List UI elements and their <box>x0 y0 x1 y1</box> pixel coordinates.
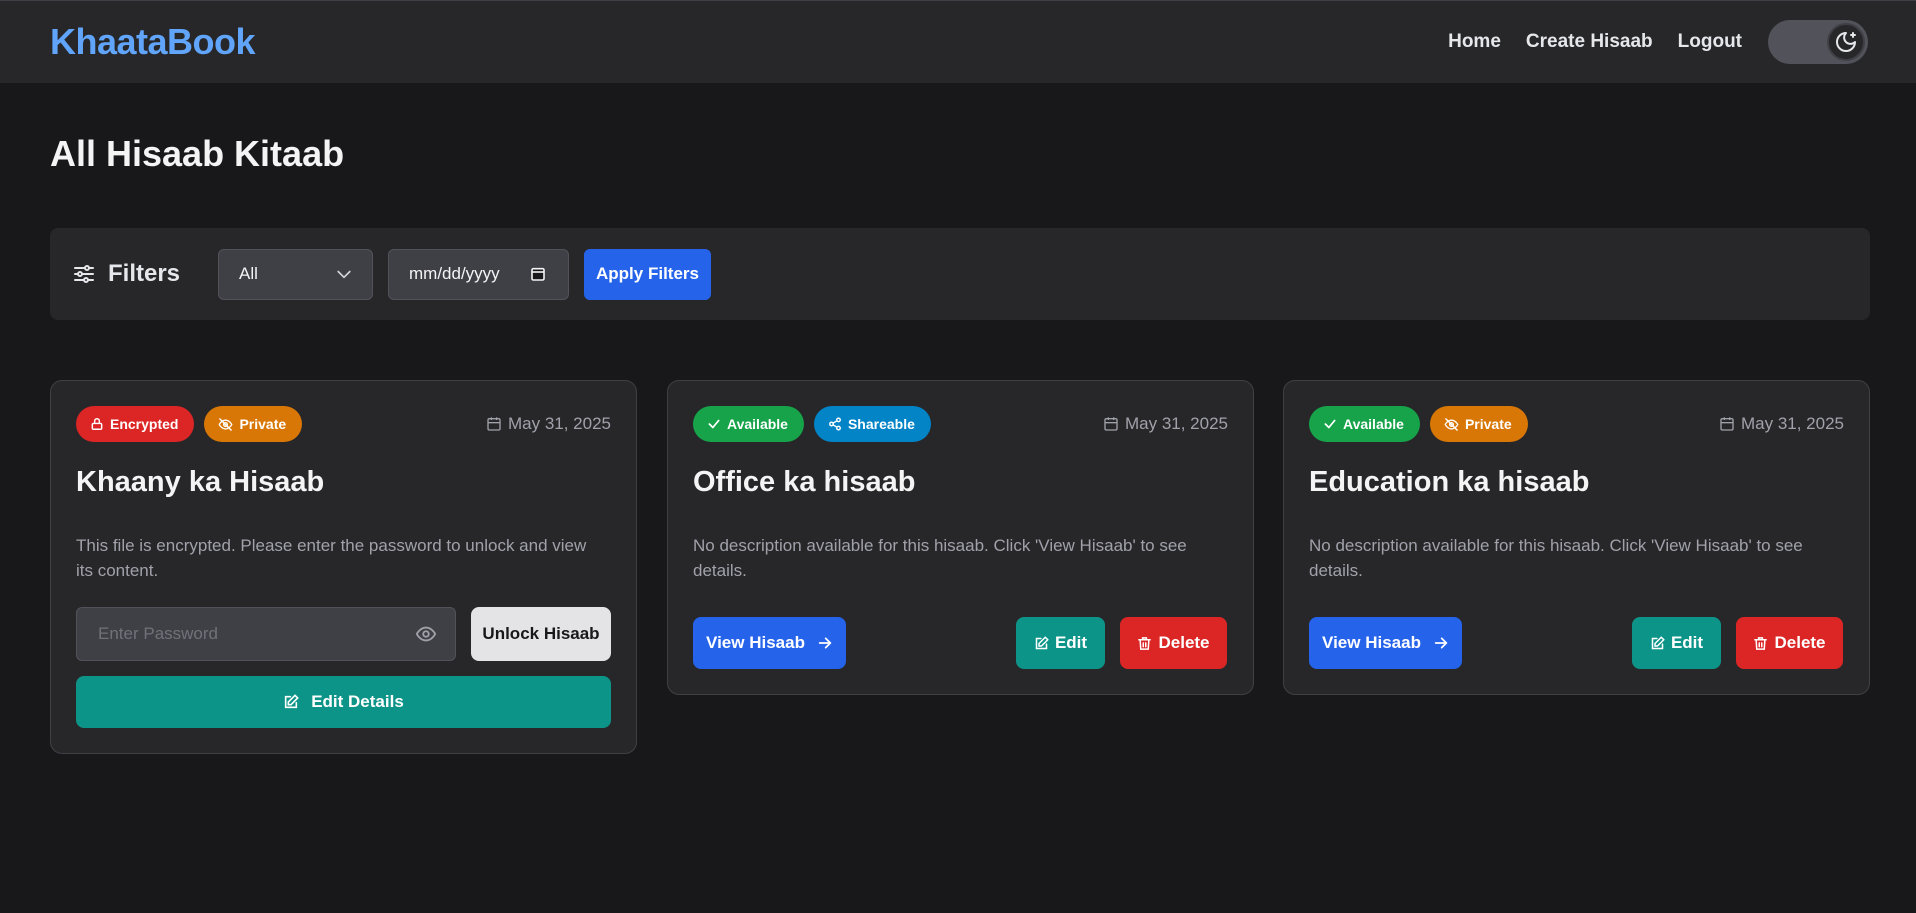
eye-off-icon <box>218 417 233 431</box>
theme-toggle-knob <box>1827 23 1865 61</box>
shareable-badge: Shareable <box>813 406 931 442</box>
edit-details-label: Edit Details <box>311 692 404 711</box>
trash-icon <box>1138 636 1152 650</box>
badge-label: Private <box>1464 416 1512 432</box>
calendar-icon <box>487 417 501 431</box>
badge-label: Private <box>239 416 287 432</box>
eye-off-icon <box>1444 417 1459 431</box>
eye-icon[interactable] <box>415 623 437 645</box>
hisaab-card: Encrypted Private May 31, 2025 Khaany ka… <box>50 380 637 754</box>
available-badge: Available <box>693 406 804 442</box>
encrypted-badge: Encrypted <box>76 406 195 442</box>
card-title: Khaany ka Hisaab <box>76 466 325 498</box>
card-description: No description available for this hisaab… <box>693 536 1187 580</box>
apply-filters-button[interactable]: Apply Filters <box>584 248 711 300</box>
nav-link-logout[interactable]: Logout <box>1678 31 1742 53</box>
badge-label: Encrypted <box>110 416 179 432</box>
edit-button[interactable]: Edit <box>1016 617 1105 669</box>
arrow-right-icon <box>1434 637 1448 649</box>
card-badges: Encrypted Private <box>76 406 312 442</box>
card-description: No description available for this hisaab… <box>1309 536 1803 580</box>
filters-label: Filters <box>108 260 181 287</box>
hisaab-card: Available Private May 31, 2025 Education… <box>1283 380 1870 695</box>
view-hisaab-button[interactable]: View Hisaab <box>693 617 846 669</box>
edit-icon <box>285 694 300 709</box>
arrow-right-icon <box>818 637 832 649</box>
card-description: This file is encrypted. Please enter the… <box>76 536 587 580</box>
chevron-down-icon <box>337 270 351 279</box>
page-title: All Hisaab Kitaab <box>50 133 345 174</box>
badge-label: Available <box>727 416 788 432</box>
nav-links: Home Create Hisaab Logout <box>1423 20 1868 64</box>
check-icon <box>708 419 720 429</box>
badge-label: Available <box>1343 416 1404 432</box>
theme-toggle[interactable] <box>1768 20 1868 64</box>
edit-details-button[interactable]: Edit Details <box>76 676 611 728</box>
card-date: May 31, 2025 <box>1103 414 1228 434</box>
password-placeholder: Enter Password <box>98 624 218 643</box>
card-date: May 31, 2025 <box>486 414 611 434</box>
view-hisaab-button[interactable]: View Hisaab <box>1309 617 1462 669</box>
nav-link-home[interactable]: Home <box>1448 31 1501 53</box>
badge-label: Shareable <box>847 416 915 432</box>
moon-icon <box>1836 32 1856 52</box>
filters-bar: Filters All mm/dd/yyyy Apply Filters <box>50 228 1870 320</box>
password-input[interactable]: Enter Password <box>76 607 456 661</box>
calendar-icon <box>1720 417 1734 431</box>
card-badges: Available Shareable <box>693 406 941 442</box>
trash-icon <box>1754 636 1768 650</box>
hisaab-card: Available Shareable May 31, 2025 Office … <box>667 380 1254 695</box>
filters-heading: Filters <box>72 260 218 288</box>
navbar: KhaataBook Home Create Hisaab Logout <box>0 0 1916 83</box>
delete-button[interactable]: Delete <box>1736 617 1843 669</box>
edit-label: Edit <box>1054 633 1088 652</box>
edit-label: Edit <box>1670 633 1704 652</box>
date-filter-placeholder: mm/dd/yyyy <box>409 264 500 283</box>
edit-icon <box>1651 635 1665 649</box>
edit-button[interactable]: Edit <box>1632 617 1721 669</box>
card-date-text: May 31, 2025 <box>507 414 611 433</box>
card-date: May 31, 2025 <box>1719 414 1844 434</box>
card-date-text: May 31, 2025 <box>1740 414 1844 433</box>
check-icon <box>1324 419 1336 429</box>
nav-link-create-hisaab[interactable]: Create Hisaab <box>1526 31 1653 53</box>
private-badge: Private <box>1429 406 1528 442</box>
calendar-icon <box>1104 417 1118 431</box>
view-hisaab-label: View Hisaab <box>706 633 805 652</box>
card-badges: Available Private <box>1309 406 1538 442</box>
calendar-icon[interactable] <box>530 266 546 282</box>
edit-icon <box>1035 635 1049 649</box>
card-title: Office ka hisaab <box>693 466 916 498</box>
delete-label: Delete <box>1158 633 1210 652</box>
delete-button[interactable]: Delete <box>1120 617 1227 669</box>
sliders-icon <box>74 265 94 283</box>
share-icon <box>829 417 841 431</box>
date-filter-input[interactable]: mm/dd/yyyy <box>388 248 569 300</box>
status-filter-value: All <box>239 264 258 283</box>
card-title: Education ka hisaab <box>1309 466 1590 498</box>
view-hisaab-label: View Hisaab <box>1322 633 1421 652</box>
private-badge: Private <box>204 406 303 442</box>
available-badge: Available <box>1309 406 1420 442</box>
card-date-text: May 31, 2025 <box>1124 414 1228 433</box>
brand-logo[interactable]: KhaataBook <box>50 21 256 63</box>
status-filter-select[interactable]: All <box>218 248 373 300</box>
unlock-hisaab-button[interactable]: Unlock Hisaab <box>471 607 611 661</box>
lock-icon <box>91 418 103 430</box>
delete-label: Delete <box>1774 633 1826 652</box>
